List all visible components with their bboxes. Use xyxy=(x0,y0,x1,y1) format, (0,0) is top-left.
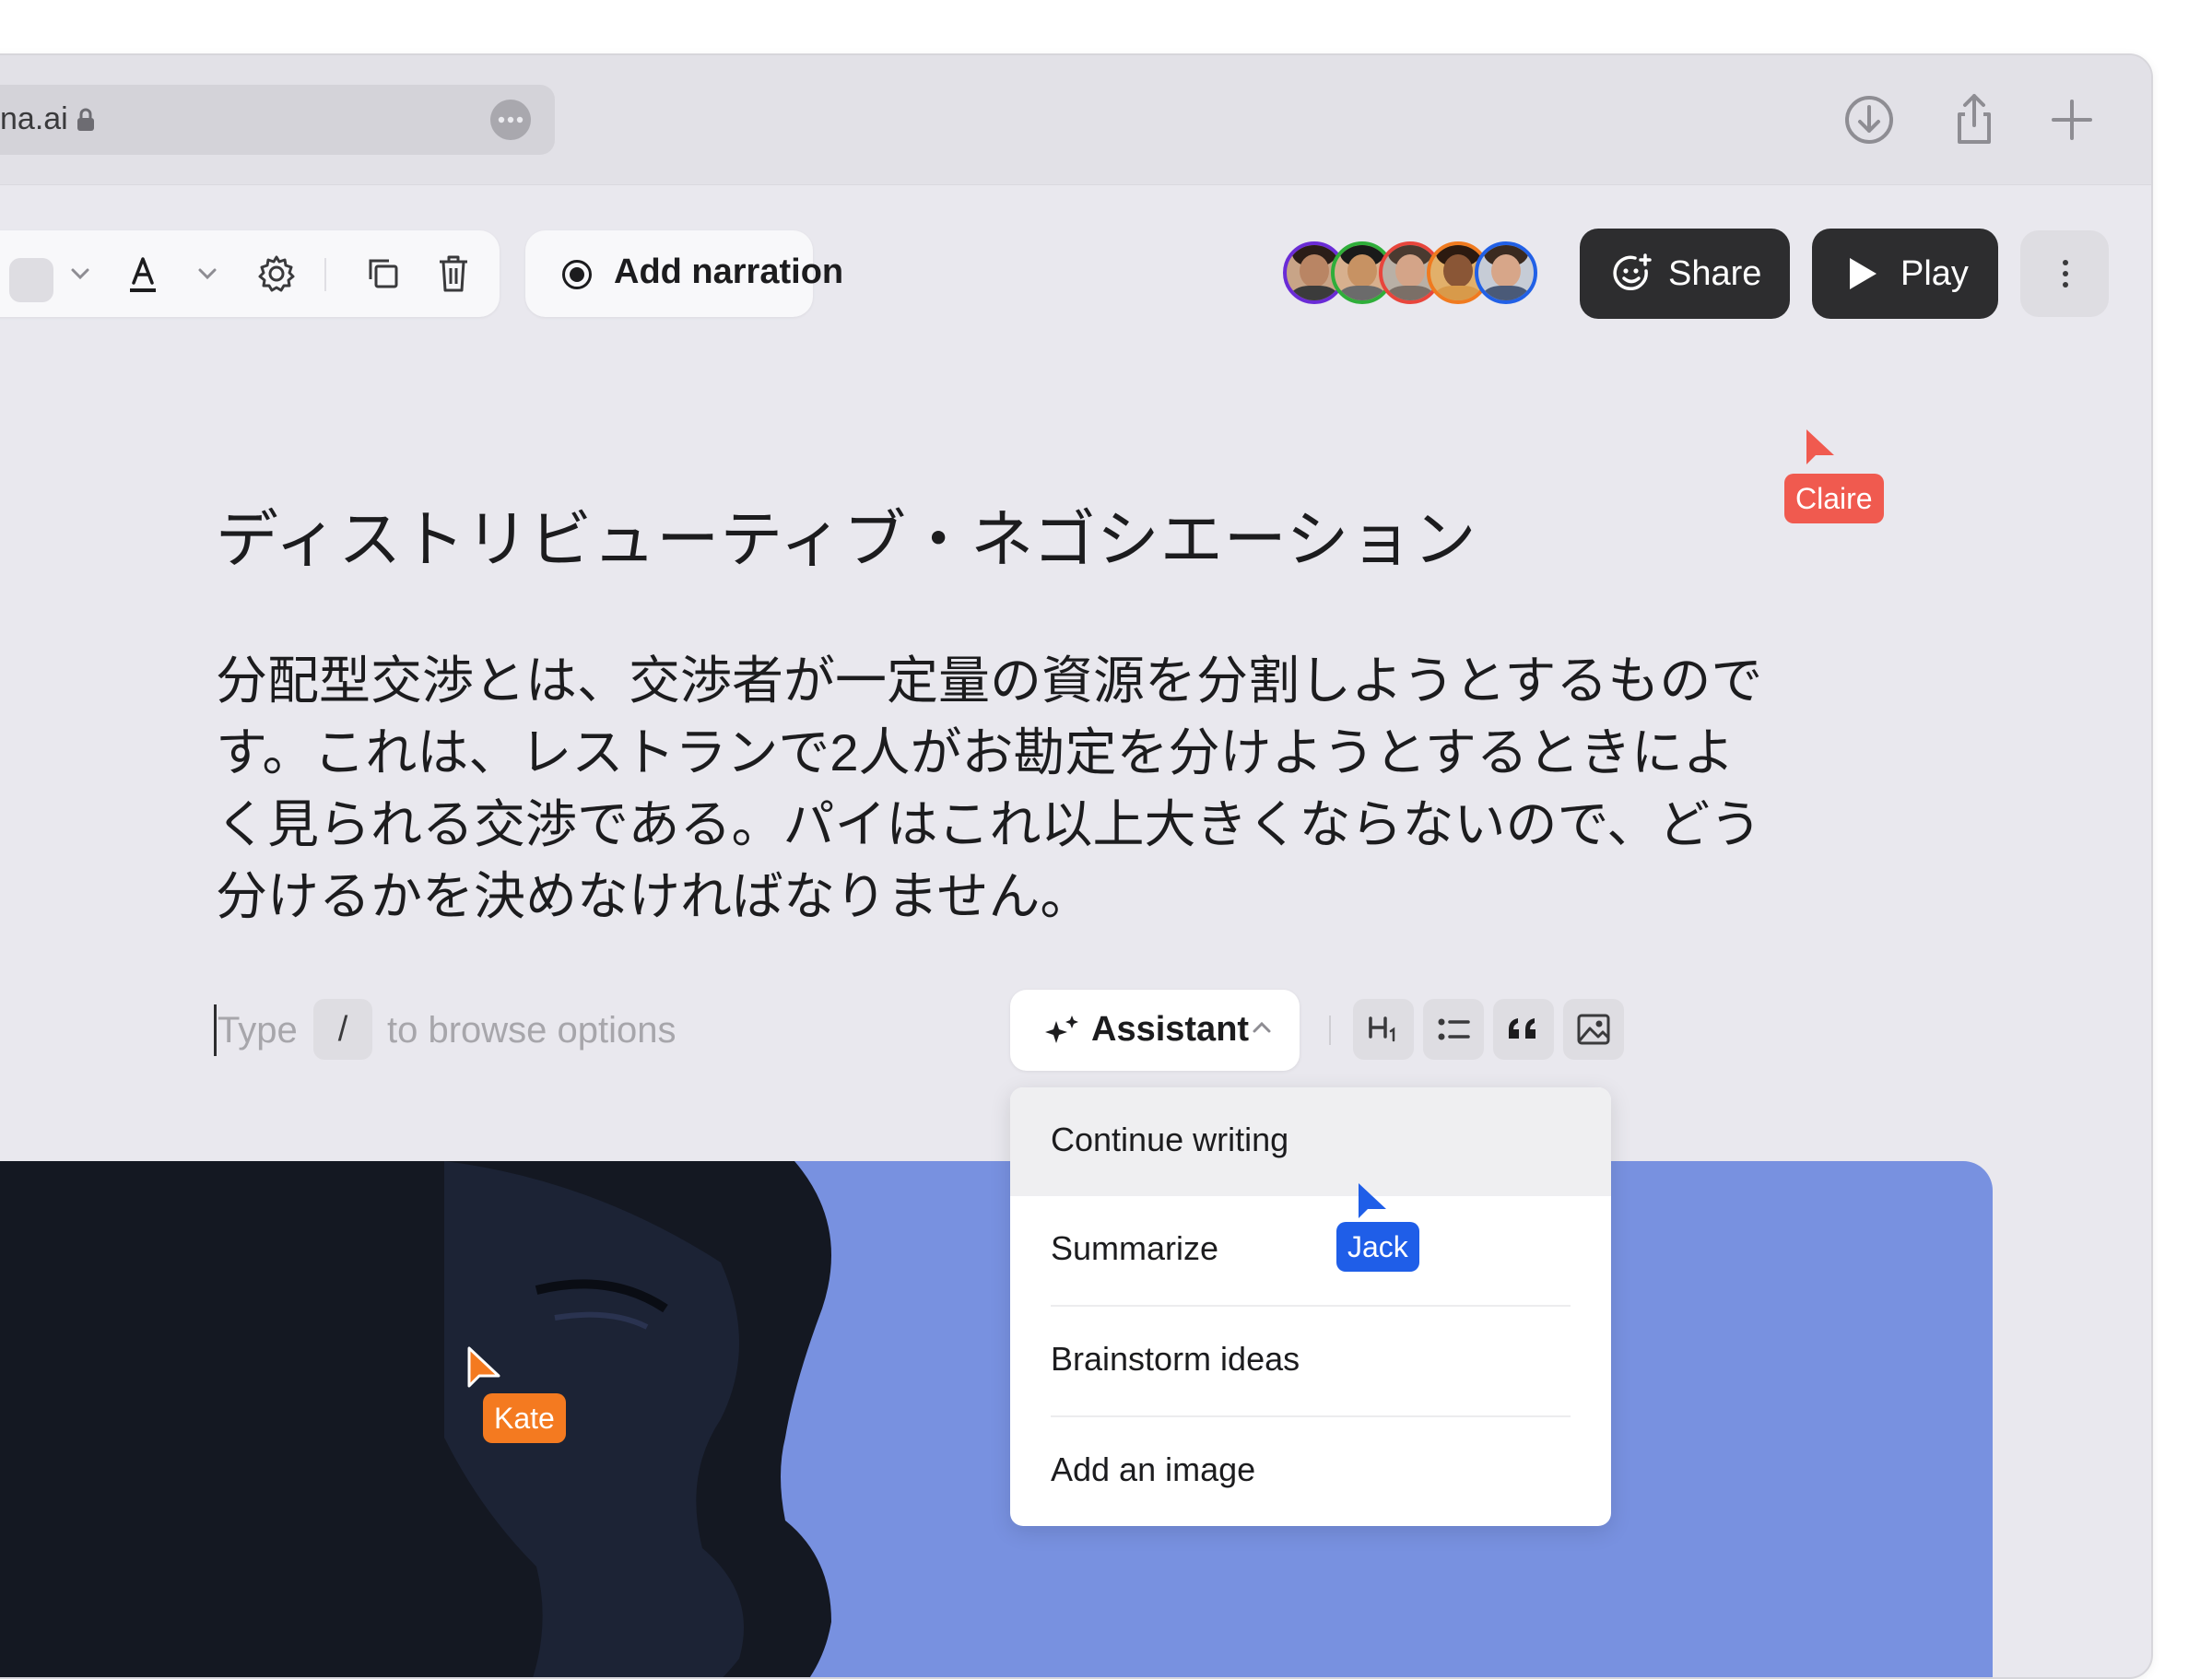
heading-icon[interactable] xyxy=(1353,999,1414,1060)
cursor-kate xyxy=(466,1345,501,1394)
assistant-button[interactable]: Assistant xyxy=(1010,990,1300,1071)
cursor-claire xyxy=(1805,428,1836,473)
play-button[interactable]: Play xyxy=(1812,229,1998,319)
more-options-icon[interactable] xyxy=(2020,230,2109,317)
document-paragraph[interactable]: 分配型交渉とは、交渉者が一定量の資源を分割しようとするもので す。これは、レスト… xyxy=(216,645,1764,933)
menu-item-add-an-image[interactable]: Add an image xyxy=(1010,1417,1611,1526)
trash-icon[interactable] xyxy=(426,230,481,317)
quote-icon[interactable] xyxy=(1493,999,1554,1060)
share-label: Share xyxy=(1668,254,1762,293)
slash-key-badge: / xyxy=(313,999,372,1060)
menu-item-label: Brainstorm ideas xyxy=(1051,1340,1300,1378)
menu-item-brainstorm-ideas[interactable]: Brainstorm ideas xyxy=(1010,1307,1611,1415)
sparkle-icon xyxy=(1043,1014,1080,1051)
image-icon[interactable] xyxy=(1563,999,1624,1060)
share-button[interactable]: Share xyxy=(1580,229,1790,319)
menu-item-label: Add an image xyxy=(1051,1450,1256,1488)
cursor-label-claire: Claire xyxy=(1784,474,1884,523)
lock-icon xyxy=(76,107,96,133)
add-narration-label: Add narration xyxy=(614,252,844,291)
more-icon[interactable] xyxy=(490,100,531,140)
placeholder-type[interactable]: Type xyxy=(218,1010,298,1051)
menu-item-label: Summarize xyxy=(1051,1229,1219,1267)
hero-image xyxy=(0,1161,1993,1677)
format-divider xyxy=(1329,1016,1331,1045)
cursor-label-jack: Jack xyxy=(1336,1222,1419,1272)
document-title[interactable]: ディストリビューティブ・ネゴシエーション xyxy=(216,488,1477,580)
color-swatch[interactable] xyxy=(9,258,53,302)
smiley-plus-icon xyxy=(1611,252,1653,299)
browser-window: na.ai Add narration Share Play ディストリビューテ… xyxy=(0,53,2153,1679)
edit-toolbar xyxy=(0,230,500,317)
add-narration-button[interactable]: Add narration xyxy=(525,230,843,317)
play-label: Play xyxy=(1900,254,1969,293)
gear-icon[interactable] xyxy=(249,230,304,317)
browser-bar: na.ai xyxy=(0,55,2151,185)
share-icon[interactable] xyxy=(1945,90,2004,149)
duplicate-icon[interactable] xyxy=(356,230,411,317)
assistant-menu: Continue writing Summarize Brainstorm id… xyxy=(1010,1087,1611,1526)
download-icon[interactable] xyxy=(1840,90,1899,149)
assistant-label: Assistant xyxy=(1091,1010,1250,1049)
avatar[interactable] xyxy=(1475,241,1537,304)
placeholder-hint: to browse options xyxy=(387,1010,677,1051)
text-color-icon[interactable] xyxy=(118,230,168,317)
cursor-label-kate: Kate xyxy=(483,1393,566,1443)
chevron-down-icon[interactable] xyxy=(66,230,94,317)
menu-item-continue-writing[interactable]: Continue writing xyxy=(1010,1087,1611,1196)
url-text: na.ai xyxy=(0,101,68,136)
paragraph-line: く見られる交渉である。パイはこれ以上大きくならないので、どう xyxy=(216,795,1762,853)
address-bar[interactable]: na.ai xyxy=(0,85,555,155)
paragraph-line: 分けるかを決めなければなりません。 xyxy=(216,867,1092,925)
new-tab-icon[interactable] xyxy=(2042,90,2101,149)
menu-item-label: Continue writing xyxy=(1051,1121,1289,1158)
paragraph-line: す。これは、レストランで2人がお勘定を分けようとするときによ xyxy=(216,723,1735,781)
chevron-up-icon xyxy=(1252,1021,1272,1039)
cursor-jack xyxy=(1357,1181,1388,1227)
menu-item-summarize[interactable]: Summarize xyxy=(1010,1196,1611,1305)
play-icon xyxy=(1847,256,1878,296)
text-caret xyxy=(214,1004,217,1056)
bullet-list-icon[interactable] xyxy=(1423,999,1484,1060)
chevron-down-icon[interactable] xyxy=(194,230,221,317)
paragraph-line: 分配型交渉とは、交渉者が一定量の資源を分割しようとするもので xyxy=(216,652,1763,710)
record-dot xyxy=(570,267,584,282)
toolbar-divider xyxy=(324,258,326,291)
